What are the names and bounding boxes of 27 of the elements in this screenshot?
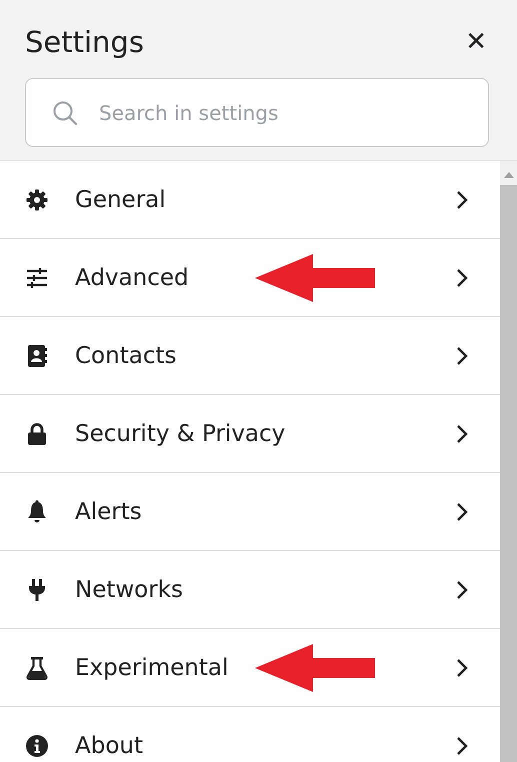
chevron-icon — [456, 190, 468, 210]
scroll-up-icon[interactable] — [502, 171, 514, 179]
chevron-icon — [456, 580, 468, 600]
chevron-icon — [456, 268, 468, 288]
sliders-icon — [25, 266, 49, 290]
window-title: Settings — [25, 25, 144, 59]
settings-item[interactable]: Alerts — [0, 473, 500, 551]
chevron-icon — [456, 736, 468, 756]
settings-item[interactable]: Advanced — [0, 239, 500, 317]
close-button[interactable]: ✕ — [463, 29, 489, 55]
flask-icon — [25, 656, 49, 680]
chevron-icon — [456, 502, 468, 522]
settings-item[interactable]: General — [0, 161, 500, 239]
search-field[interactable]: Search in settings — [25, 78, 489, 147]
contact-book-icon — [25, 344, 49, 368]
bell-icon — [25, 500, 49, 524]
settings-item[interactable]: Networks — [0, 551, 500, 629]
scrollbar[interactable] — [500, 161, 517, 762]
settings-item[interactable]: Experimental — [0, 629, 500, 707]
gear-icon — [25, 188, 49, 212]
settings-item[interactable]: Security & Privacy — [0, 395, 500, 473]
chevron-icon — [456, 346, 468, 366]
info-icon — [25, 734, 49, 758]
settings-item[interactable]: Contacts — [0, 317, 500, 395]
lock-icon — [25, 422, 49, 446]
chevron-icon — [456, 658, 468, 678]
chevron-icon — [456, 424, 468, 444]
